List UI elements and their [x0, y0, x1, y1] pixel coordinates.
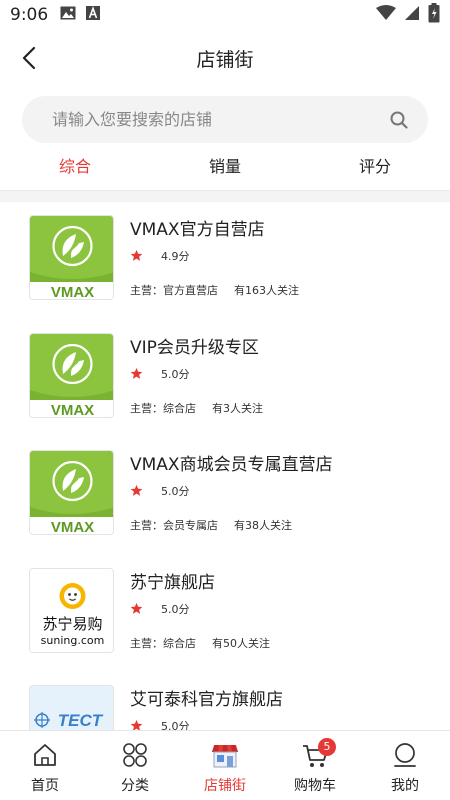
shop-name: VIP会员升级专区 — [130, 337, 259, 358]
star-icon — [130, 602, 143, 614]
shop-category: 主营：官方直营店 — [130, 284, 218, 297]
section-divider — [0, 190, 450, 202]
sort-tab-rating[interactable]: 评分 — [300, 148, 450, 186]
shop-meta: 主营：综合店 有50人关注 — [130, 635, 270, 651]
star-icon — [130, 484, 143, 496]
shop-meta: 主营：会员专属店 有38人关注 — [130, 517, 292, 533]
shop-category: 主营：会员专属店 — [130, 519, 218, 532]
tab-category[interactable]: 分类 — [90, 731, 180, 800]
home-icon — [31, 741, 59, 769]
search-icon[interactable] — [388, 109, 410, 131]
svg-text:苏宁易购suning.com: 苏宁易购 suning.com — [41, 615, 105, 647]
shop-list-item[interactable]: 苏宁易购 suning.com 苏宁旗舰店 5.0分 主营：综合店 有50人关注 — [0, 555, 450, 673]
store-icon — [211, 741, 239, 769]
shop-name: 艾可泰科官方旗舰店 — [130, 690, 283, 710]
star-icon — [130, 249, 143, 261]
battery-icon — [428, 2, 440, 28]
shop-list-item[interactable]: VMAX VMAX商城会员专属直营店 5.0分 主营：会员专属店 有38人关注 — [0, 437, 450, 555]
nav-bar: 店铺街 — [0, 30, 450, 86]
tect-logo: TECT — [29, 685, 114, 730]
star-icon — [130, 719, 143, 730]
vmax-leaf-logo: VMAX — [29, 332, 114, 418]
shop-rating: 5.0分 — [161, 602, 190, 616]
shop-category: 主营：综合店 — [130, 636, 196, 650]
bottom-tab-bar: 首页 分类 店铺街 5 购物车 我的 — [0, 730, 450, 800]
back-button[interactable] — [14, 42, 44, 74]
shop-list: VMAX VMAX官方自营店 4.9分 主营：官方直营店 有163人关注 VMAX… — [0, 202, 450, 730]
shop-rating: 4.9分 — [161, 250, 190, 263]
tab-cart[interactable]: 5 购物车 — [270, 731, 360, 800]
shop-rating: 5.0分 — [161, 367, 190, 381]
cell-signal-icon — [404, 5, 420, 26]
star-icon — [130, 367, 143, 379]
sort-tab-comprehensive[interactable]: 综合 — [0, 148, 150, 186]
suning-lion-logo: 苏宁易购 suning.com — [29, 567, 114, 653]
shop-list-item[interactable]: VMAX VIP会员升级专区 5.0分 主营：综合店 有3人关注 — [0, 320, 450, 438]
shop-followers: 有3人关注 — [212, 401, 263, 415]
category-icon — [121, 741, 149, 769]
tab-home[interactable]: 首页 — [0, 731, 90, 800]
shop-name: VMAX官方自营店 — [130, 220, 265, 240]
shop-meta: 主营：综合店 有3人关注 — [130, 400, 263, 416]
shop-rating: 5.0分 — [161, 720, 190, 730]
svg-text:VMAX: VMAX — [51, 402, 94, 418]
cart-count-badge: 5 — [318, 738, 336, 756]
wifi-icon — [376, 4, 396, 26]
sort-tab-sales[interactable]: 销量 — [150, 148, 300, 186]
svg-text:TECT: TECT — [58, 711, 104, 730]
shop-meta: 主营：官方直营店 有163人关注 — [130, 282, 299, 298]
shop-list-item[interactable]: TECT 艾可泰科官方旗舰店 5.0分 — [0, 672, 450, 730]
vmax-leaf-logo: VMAX — [29, 450, 114, 535]
sort-tabs: 综合 销量 评分 — [0, 148, 450, 186]
image-notification-icon — [60, 5, 76, 25]
tab-label: 首页 — [31, 778, 59, 794]
page-title: 店铺街 — [196, 48, 254, 71]
shop-followers: 有163人关注 — [234, 284, 299, 297]
tab-label: 我的 — [391, 778, 419, 794]
shop-category: 主营：综合店 — [130, 401, 196, 415]
shop-followers: 有38人关注 — [234, 519, 292, 532]
shop-list-item[interactable]: VMAX VMAX官方自营店 4.9分 主营：官方直营店 有163人关注 — [0, 202, 450, 320]
tab-label: 分类 — [121, 778, 149, 794]
tab-profile[interactable]: 我的 — [360, 731, 450, 800]
shop-rating: 5.0分 — [161, 485, 190, 498]
tab-label: 购物车 — [294, 778, 336, 794]
tab-label: 店铺街 — [204, 778, 246, 794]
profile-icon — [391, 741, 419, 769]
status-time: 9:06 — [10, 5, 49, 25]
shop-name: VMAX商城会员专属直营店 — [130, 455, 333, 475]
shop-followers: 有50人关注 — [212, 636, 270, 650]
svg-text:VMAX: VMAX — [51, 519, 94, 535]
svg-text:VMAX: VMAX — [51, 284, 94, 300]
tab-store-street[interactable]: 店铺街 — [180, 731, 270, 800]
status-bar: 9:06 — [0, 0, 450, 30]
search-input[interactable] — [52, 110, 388, 129]
font-notification-icon — [86, 5, 101, 25]
shop-name: 苏宁旗舰店 — [130, 572, 215, 593]
chevron-left-icon — [22, 46, 36, 70]
search-bar — [22, 96, 428, 143]
status-indicators — [376, 2, 440, 28]
vmax-leaf-logo: VMAX — [29, 215, 114, 300]
